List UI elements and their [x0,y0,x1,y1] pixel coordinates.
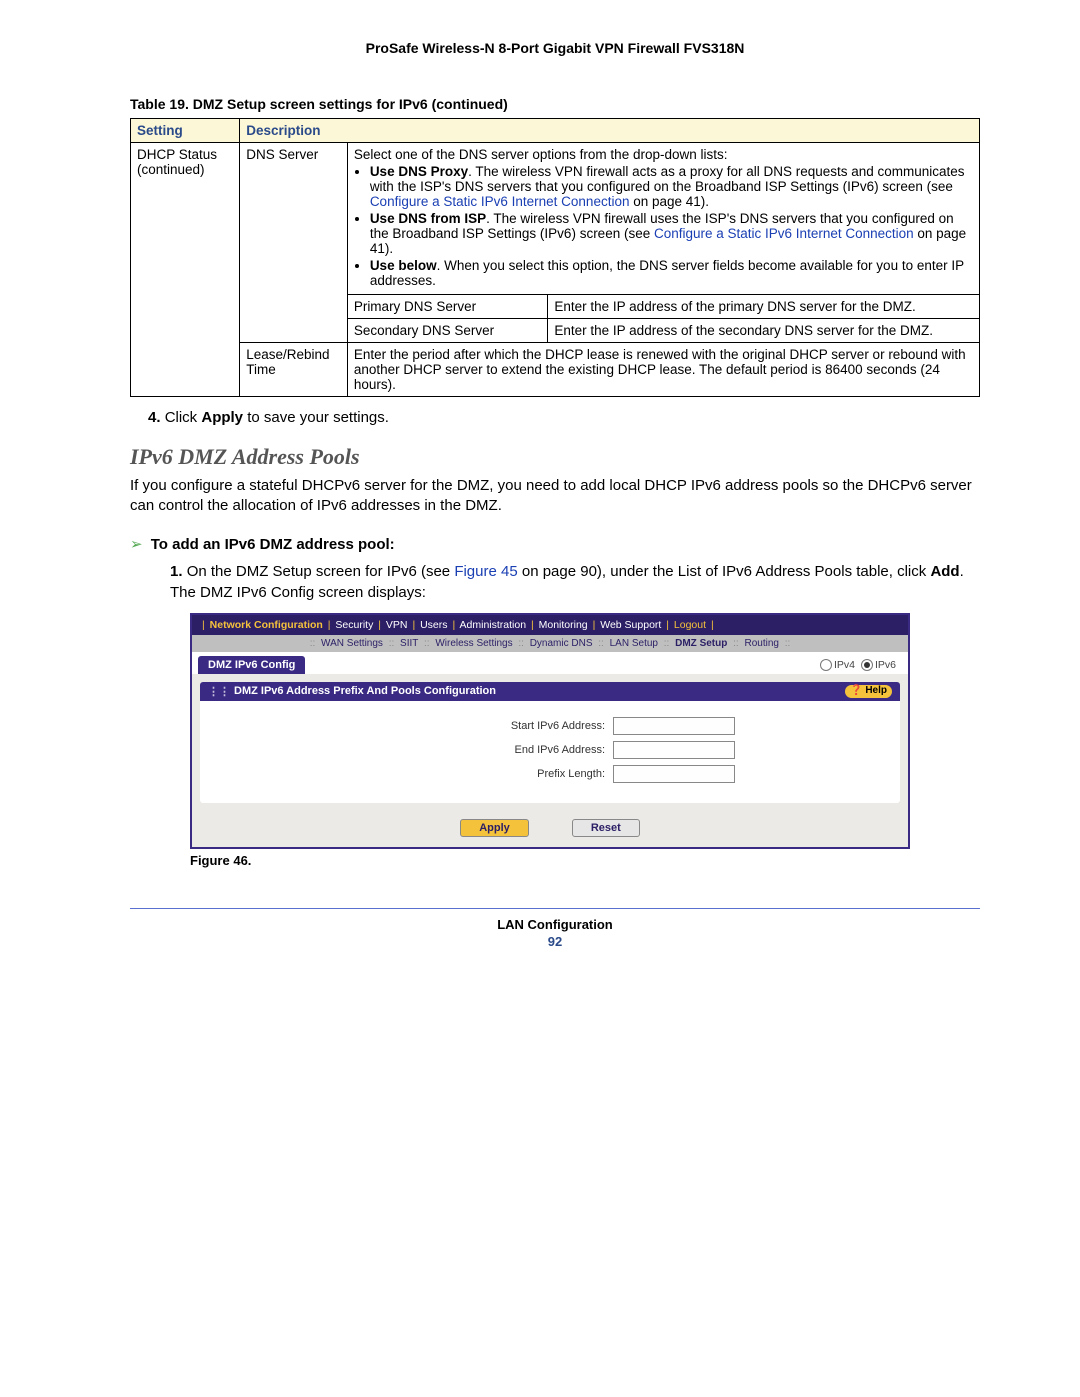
substep1-num: 1. [170,563,183,580]
subnav-dmz-setup[interactable]: DMZ Setup [675,638,727,649]
input-prefix-length[interactable] [613,765,735,783]
cell-lease-label: Lease/Rebind Time [240,343,348,397]
nav-network-configuration[interactable]: Network Configuration [210,619,323,631]
nav-security[interactable]: Security [335,619,373,631]
cell-dns-options: Select one of the DNS server options fro… [347,143,979,295]
tab-dmz-ipv6-config[interactable]: DMZ IPv6 Config [198,656,305,674]
dns-intro: Select one of the DNS server options fro… [354,147,728,162]
substep-1: 1. On the DMZ Setup screen for IPv6 (see… [170,561,980,603]
nav-logout[interactable]: Logout [674,619,706,631]
nav-monitoring[interactable]: Monitoring [539,619,588,631]
subnav-wireless-settings[interactable]: Wireless Settings [435,638,512,649]
cell-dns-server: DNS Server [240,143,348,343]
radio-ipv4[interactable] [820,659,832,671]
subnav-routing[interactable]: Routing [744,638,778,649]
input-end-ipv6[interactable] [613,741,735,759]
th-setting: Setting [131,119,240,143]
opt1-tail: on page 41). [629,194,709,209]
opt1-label: Use DNS Proxy [370,164,468,179]
opt1-link[interactable]: Configure a Static IPv6 Internet Connect… [370,194,630,209]
cell-primary-dns-label: Primary DNS Server [347,295,548,319]
opt-use-dns-proxy: Use DNS Proxy. The wireless VPN firewall… [370,164,973,209]
th-description: Description [240,119,980,143]
footer-pagenum: 92 [130,934,980,949]
substep1-bold: Add [930,563,959,580]
label-end-ipv6: End IPv6 Address: [365,744,605,756]
document-title: ProSafe Wireless-N 8-Port Gigabit VPN Fi… [130,40,980,56]
arrow-icon: ➢ [130,536,143,553]
figure-45-link[interactable]: Figure 45 [454,563,517,580]
subnav-lan-setup[interactable]: LAN Setup [610,638,658,649]
step4-pre: Click [165,409,202,426]
apply-button[interactable]: Apply [460,819,529,837]
cell-lease-desc: Enter the period after which the DHCP le… [347,343,979,397]
step4-num: 4. [148,409,161,426]
subnav-siit[interactable]: SIIT [400,638,418,649]
nav-web-support[interactable]: Web Support [600,619,661,631]
cell-secondary-dns-desc: Enter the IP address of the secondary DN… [548,319,980,343]
step4-bold: Apply [201,409,243,426]
grip-icon: ⋮⋮ [208,685,230,698]
figure-46-screenshot: | Network Configuration | Security | VPN… [190,613,910,849]
footer-section: LAN Configuration [130,917,980,932]
substep1-pre: On the DMZ Setup screen for IPv6 (see [187,563,455,580]
label-prefix-length: Prefix Length: [365,768,605,780]
subnav-dynamic-dns[interactable]: Dynamic DNS [530,638,593,649]
substep1-mid: on page 90), under the List of IPv6 Addr… [518,563,931,580]
step-4: 4. Click Apply to save your settings. [148,409,980,426]
screenshot-subnav: :: WAN Settings :: SIIT :: Wireless Sett… [192,635,908,652]
radio-ipv6[interactable] [861,659,873,671]
opt2-label: Use DNS from ISP [370,211,486,226]
section-heading-ipv6-dmz-pools: IPv6 DMZ Address Pools [130,444,980,470]
opt-use-dns-isp: Use DNS from ISP. The wireless VPN firew… [370,211,973,256]
cell-primary-dns-desc: Enter the IP address of the primary DNS … [548,295,980,319]
footer-rule [130,908,980,909]
step4-post: to save your settings. [243,409,389,426]
panel-title-text: DMZ IPv6 Address Prefix And Pools Config… [234,685,496,698]
nav-administration[interactable]: Administration [460,619,527,631]
table-caption: Table 19. DMZ Setup screen settings for … [130,96,980,112]
subnav-wan-settings[interactable]: WAN Settings [321,638,383,649]
ipv4-label: IPv4 [834,659,855,671]
opt3-label: Use below [370,258,437,273]
section-body: If you configure a stateful DHCPv6 serve… [130,476,980,517]
opt-use-below: Use below. When you select this option, … [370,258,973,288]
label-start-ipv6: Start IPv6 Address: [365,720,605,732]
nav-users[interactable]: Users [420,619,447,631]
proc-heading-text: To add an IPv6 DMZ address pool: [151,536,395,553]
figure-caption: Figure 46. [190,853,980,868]
opt2-link[interactable]: Configure a Static IPv6 Internet Connect… [654,226,914,241]
reset-button[interactable]: Reset [572,819,640,837]
settings-table: Setting Description DHCP Status (continu… [130,118,980,397]
procedure-heading: ➢ To add an IPv6 DMZ address pool: [130,535,980,553]
help-link[interactable]: ❓ Help [845,685,892,698]
screenshot-topnav: | Network Configuration | Security | VPN… [192,615,908,635]
nav-vpn[interactable]: VPN [386,619,408,631]
input-start-ipv6[interactable] [613,717,735,735]
opt3-text: . When you select this option, the DNS s… [370,258,964,288]
cell-dhcp-status: DHCP Status (continued) [131,143,240,397]
cell-secondary-dns-label: Secondary DNS Server [347,319,548,343]
ipv6-label: IPv6 [875,659,896,671]
